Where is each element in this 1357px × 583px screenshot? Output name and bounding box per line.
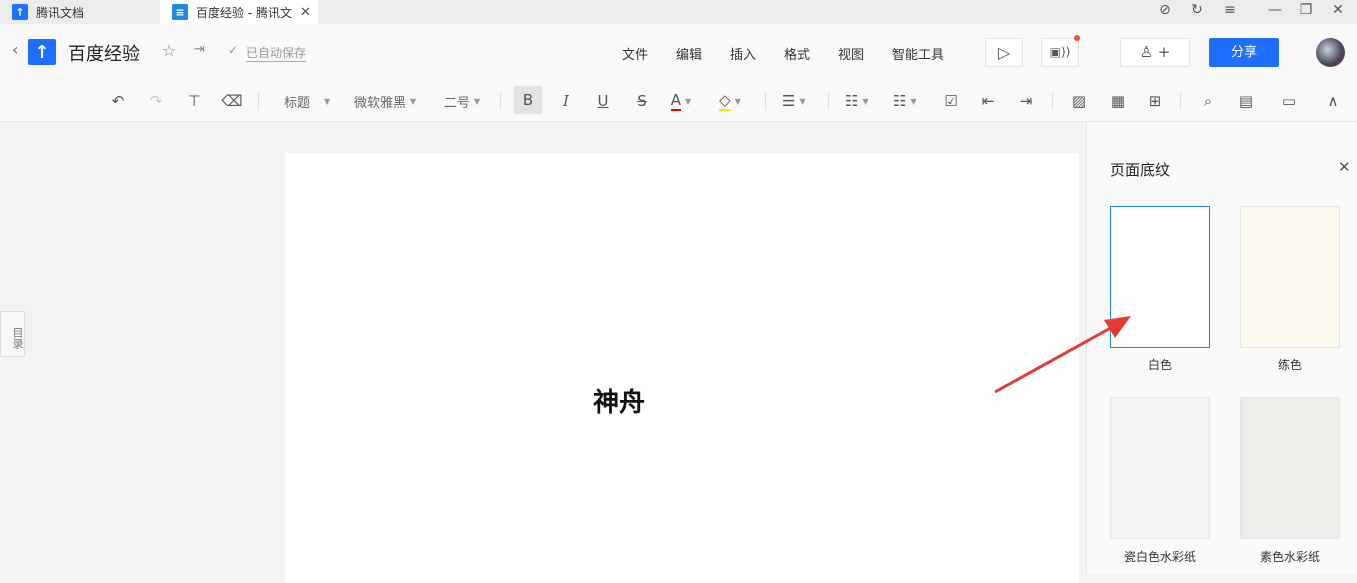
doc-icon: ≡: [172, 4, 188, 20]
checkbox-icon[interactable]: ☑: [940, 89, 962, 113]
menu-view[interactable]: 视图: [838, 44, 864, 63]
tab-close-icon[interactable]: ✕: [300, 5, 311, 20]
find-icon[interactable]: ⌕: [1197, 89, 1219, 113]
swatch-label: 素色水彩纸: [1259, 550, 1320, 564]
image-icon[interactable]: ▨: [1068, 89, 1090, 113]
format-painter-icon[interactable]: ⊤: [183, 89, 205, 113]
swatch-label: 瓷白色水彩纸: [1123, 550, 1196, 564]
tencent-docs-logo-icon: ↑: [12, 4, 28, 20]
add-collaborator-button[interactable]: ♙ +: [1120, 38, 1190, 67]
tab-label: 腾讯文档: [36, 5, 85, 20]
tab-tencent-docs[interactable]: ↑ 腾讯文档: [0, 0, 158, 24]
outdent-icon[interactable]: ⇤: [977, 89, 999, 113]
swatch-porcelain-watercolor[interactable]: [1110, 397, 1210, 539]
star-icon[interactable]: ☆: [162, 41, 176, 60]
comment-icon[interactable]: ▭: [1278, 89, 1300, 113]
compass-icon[interactable]: ⊘: [1155, 2, 1175, 18]
bullet-list-icon[interactable]: ☷ ▼: [845, 89, 869, 113]
tab-bar: ↑ 腾讯文档 ≡ 百度经验 - 腾讯文 ✕ ⊘ ↻ ≡ — ❐ ✕: [0, 0, 1357, 24]
font-select[interactable]: 微软雅黑 ▼: [354, 89, 416, 113]
redo-icon[interactable]: ↷: [145, 89, 167, 113]
document-page[interactable]: 神舟: [285, 153, 1079, 583]
formatting-toolbar: ↶ ↷ ⊤ ⌫ 标题 ▼ 微软雅黑 ▼ 二号 ▼ B I U S A ▼ ◇ ▼ ☰ ▼ ☷…: [0, 78, 1357, 122]
collapse-icon[interactable]: ∧: [1322, 89, 1344, 113]
indent-icon[interactable]: ⇥: [1015, 89, 1037, 113]
swatch-cream[interactable]: [1240, 206, 1340, 348]
page-background-panel: 页面底纹 ✕ 白色 练色 瓷白色水彩纸 素色水彩纸: [1086, 122, 1357, 574]
outline-tab[interactable]: 目录: [0, 311, 25, 357]
menu-smart-tools[interactable]: 智能工具: [892, 44, 944, 63]
panel-title: 页面底纹: [1110, 161, 1171, 179]
italic-icon[interactable]: I: [555, 89, 577, 113]
notification-dot: [1074, 35, 1080, 41]
panel-close-icon[interactable]: ✕: [1338, 158, 1351, 176]
underline-icon[interactable]: U: [592, 89, 614, 113]
header: ‹ ↑ 百度经验 ☆ ⇥ ✓ 已自动保存 文件 编辑 插入 格式 视图 智能工具…: [0, 24, 1357, 78]
strikethrough-icon[interactable]: S: [631, 89, 653, 113]
swatch-label: 白色: [1147, 358, 1172, 372]
swatch-plain-watercolor[interactable]: [1240, 397, 1340, 539]
tab-document[interactable]: ≡ 百度经验 - 腾讯文 ✕: [160, 0, 318, 24]
play-icon: ▷: [997, 43, 1011, 62]
tab-label: 百度经验 - 腾讯文: [196, 5, 292, 20]
refresh-icon[interactable]: ↻: [1187, 2, 1207, 18]
share-button[interactable]: 分享: [1209, 38, 1279, 67]
save-status[interactable]: 已自动保存: [246, 44, 307, 62]
size-select[interactable]: 二号 ▼: [444, 89, 480, 113]
clear-format-icon[interactable]: ⌫: [221, 89, 243, 113]
table-icon[interactable]: ▦: [1107, 89, 1129, 113]
highlight-icon[interactable]: ◇ ▼: [719, 89, 741, 113]
close-icon[interactable]: ✕: [1328, 2, 1348, 18]
move-icon[interactable]: ⇥: [194, 42, 205, 57]
app-logo-icon[interactable]: ↑: [28, 39, 56, 65]
screen-record-button[interactable]: ▣)): [1041, 38, 1079, 67]
bold-icon[interactable]: B: [514, 86, 542, 114]
back-icon[interactable]: ‹: [12, 40, 18, 59]
menu-icon[interactable]: ≡: [1220, 2, 1240, 18]
document-text[interactable]: 神舟: [593, 382, 645, 419]
present-button[interactable]: ▷: [985, 38, 1023, 67]
style-select[interactable]: 标题 ▼: [284, 89, 330, 113]
swatch-white[interactable]: [1110, 206, 1210, 348]
menu-edit[interactable]: 编辑: [676, 44, 702, 63]
menu-file[interactable]: 文件: [622, 44, 648, 63]
avatar[interactable]: [1316, 38, 1345, 67]
undo-icon[interactable]: ↶: [107, 89, 129, 113]
document-title[interactable]: 百度经验: [68, 40, 140, 66]
numbered-list-icon[interactable]: ☷ ▼: [893, 89, 917, 113]
menu-insert[interactable]: 插入: [730, 44, 756, 63]
saved-check-icon: ✓: [228, 43, 239, 57]
font-color-icon[interactable]: A ▼: [670, 89, 692, 113]
translate-icon[interactable]: ▤: [1235, 89, 1257, 113]
screen-icon: ▣)): [1049, 45, 1071, 59]
restore-icon[interactable]: ❐: [1296, 2, 1316, 18]
menu-format[interactable]: 格式: [784, 44, 810, 63]
comment-add-icon[interactable]: ⊞: [1144, 89, 1166, 113]
minimize-icon[interactable]: —: [1265, 2, 1285, 18]
align-icon[interactable]: ☰ ▼: [782, 89, 806, 113]
swatch-label: 练色: [1277, 358, 1302, 372]
add-user-icon: ♙ +: [1139, 43, 1171, 61]
